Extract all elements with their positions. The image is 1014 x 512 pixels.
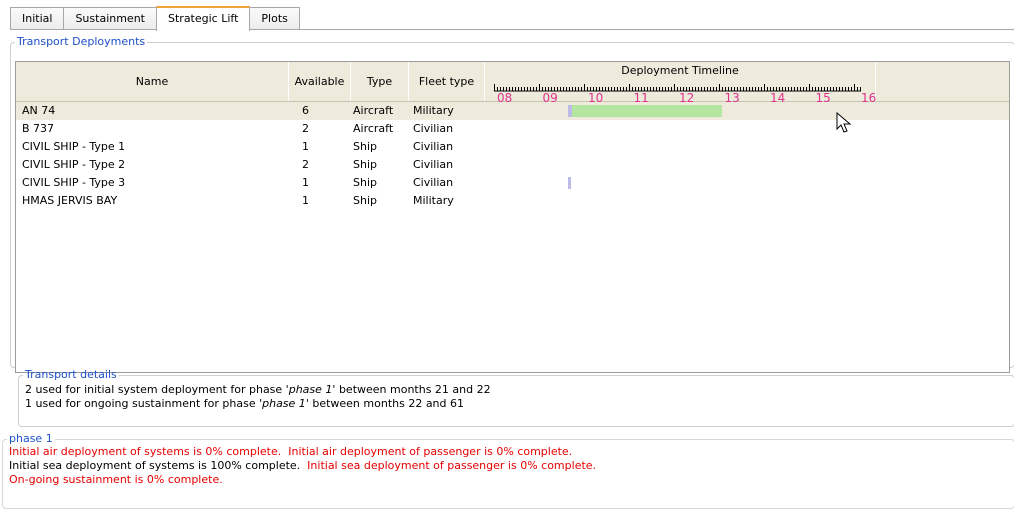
timeline-title: Deployment Timeline (621, 64, 739, 77)
row-name: CIVIL SHIP - Type 1 (22, 140, 126, 153)
tab-sustainment[interactable]: Sustainment (63, 7, 157, 30)
phase-legend: phase 1 (9, 432, 53, 445)
row-fleet-type: Civilian (413, 140, 454, 153)
sea-passenger-status: Initial sea deployment of passenger is 0… (307, 459, 597, 472)
table-row[interactable]: AN 74 6 Aircraft Military (16, 102, 1009, 120)
row-type: Ship (353, 176, 377, 189)
phase-status-line-1: Initial air deployment of systems is 0% … (9, 445, 1008, 459)
detail-line: 2 used for initial system deployment for… (25, 383, 1008, 397)
sustainment-status: On-going sustainment is 0% complete. (9, 473, 223, 486)
row-type: Ship (353, 158, 377, 171)
phase-status-line-2: Initial sea deployment of systems is 100… (9, 459, 1008, 473)
row-type: Ship (353, 194, 377, 207)
row-name: CIVIL SHIP - Type 3 (22, 176, 126, 189)
table-row[interactable]: CIVIL SHIP - Type 1 1 Ship Civilian (16, 138, 1009, 156)
transport-deployments-legend: Transport Deployments (17, 35, 146, 48)
transport-deployments-group: Transport Deployments Name Available Typ… (10, 35, 1014, 373)
table-row[interactable]: B 737 2 Aircraft Civilian (16, 120, 1009, 138)
table-row[interactable]: CIVIL SHIP - Type 3 1 Ship Civilian (16, 174, 1009, 192)
header-available[interactable]: Available (289, 62, 351, 101)
transport-grid[interactable]: Name Available Type Fleet type Deploymen… (15, 61, 1010, 373)
row-name: B 737 (22, 122, 55, 135)
row-available: 2 (302, 122, 309, 135)
detail-line: 1 used for ongoing sustainment for phase… (25, 397, 1008, 411)
detail-post: ' between months 22 and 61 (305, 397, 465, 410)
detail-pre: 2 used for initial system deployment for… (25, 383, 289, 396)
air-passenger-status: Initial air deployment of passenger is 0… (288, 445, 573, 458)
detail-post: ' between months 21 and 22 (332, 383, 491, 396)
row-type: Ship (353, 140, 377, 153)
row-type: Aircraft (353, 122, 394, 135)
row-fleet-type: Military (413, 104, 454, 117)
row-fleet-type: Military (413, 194, 454, 207)
row-name: CIVIL SHIP - Type 2 (22, 158, 126, 171)
deploy-bar (568, 177, 571, 189)
tab-initial[interactable]: Initial (10, 7, 65, 30)
row-fleet-type: Civilian (413, 176, 454, 189)
transport-details-group: Transport details 2 used for initial sys… (18, 369, 1014, 427)
table-row[interactable]: CIVIL SHIP - Type 2 2 Ship Civilian (16, 156, 1009, 174)
phase-group: phase 1 Initial air deployment of system… (2, 433, 1014, 509)
row-available: 1 (302, 176, 309, 189)
grid-header: Name Available Type Fleet type Deploymen… (16, 62, 1009, 104)
sustain-bar (572, 105, 722, 117)
tab-strip: Initial Sustainment Strategic Lift Plots (10, 6, 300, 31)
mouse-cursor-icon (836, 112, 852, 133)
row-available: 6 (302, 104, 309, 117)
tab-strategic-lift[interactable]: Strategic Lift (156, 6, 251, 31)
header-type[interactable]: Type (351, 62, 409, 101)
transport-details-text: 2 used for initial system deployment for… (19, 381, 1014, 413)
row-name: HMAS JERVIS BAY (22, 194, 118, 207)
header-fleet-type[interactable]: Fleet type (409, 62, 485, 101)
detail-pre: 1 used for ongoing sustainment for phase… (25, 397, 263, 410)
transport-details-legend: Transport details (25, 368, 117, 381)
row-fleet-type: Civilian (413, 158, 454, 171)
phase-status: Initial air deployment of systems is 0% … (3, 445, 1014, 487)
detail-phase: phase 1 (288, 383, 333, 396)
row-name: AN 74 (22, 104, 56, 117)
row-available: 1 (302, 194, 309, 207)
header-name[interactable]: Name (16, 62, 289, 101)
row-available: 2 (302, 158, 309, 171)
row-fleet-type: Civilian (413, 122, 454, 135)
row-type: Aircraft (353, 104, 394, 117)
tab-plots[interactable]: Plots (249, 7, 300, 30)
table-row[interactable]: HMAS JERVIS BAY 1 Ship Military (16, 192, 1009, 210)
detail-phase: phase 1 (262, 397, 306, 410)
header-deployment-timeline[interactable]: Deployment Timeline 08 09 10 11 12 13 14 15 16 (485, 62, 876, 104)
row-available: 1 (302, 140, 309, 153)
phase-status-line-3: On-going sustainment is 0% complete. (9, 473, 1008, 487)
sea-systems-status: Initial sea deployment of systems is 100… (9, 459, 301, 472)
air-systems-status: Initial air deployment of systems is 0% … (9, 445, 282, 458)
